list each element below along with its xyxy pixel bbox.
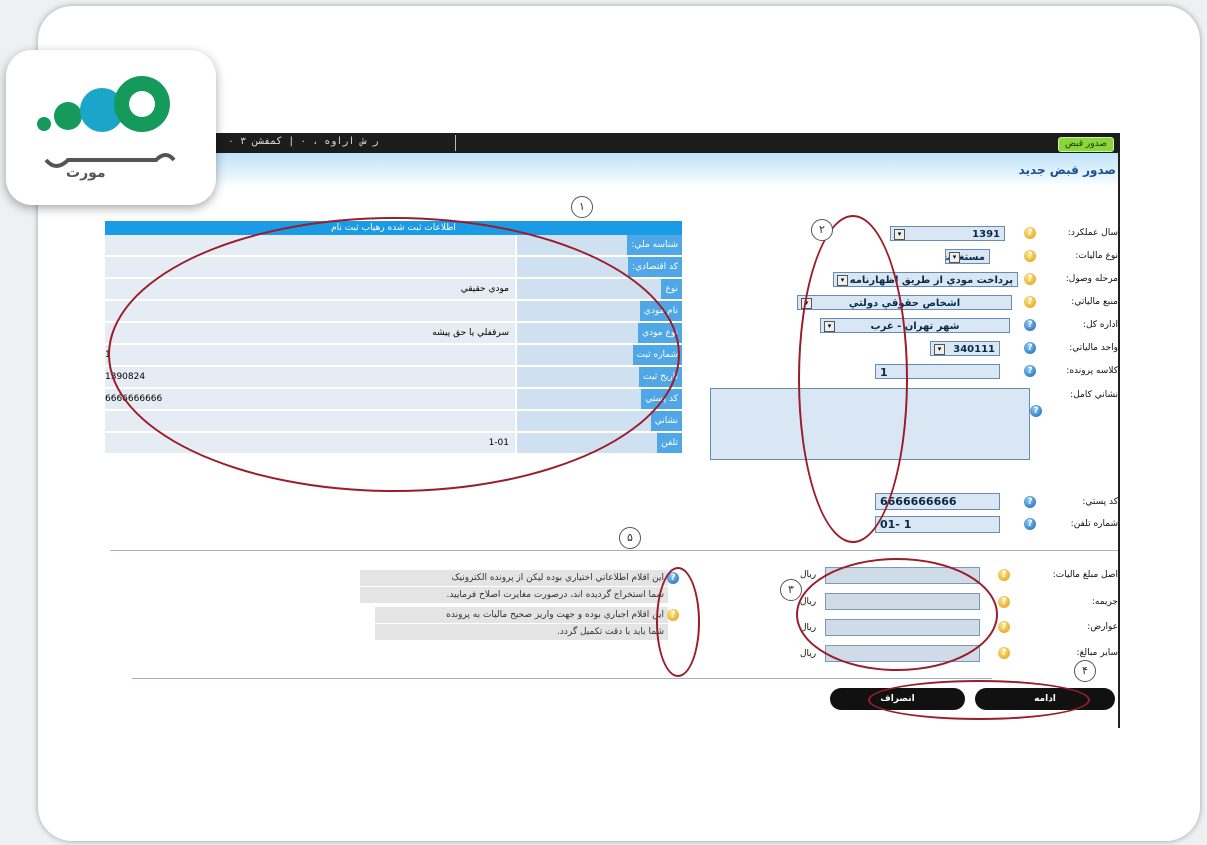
form-label: ﮐﻼﺳﻪ ﭘﺮﻭﻧﺪﻩ:: [1066, 366, 1118, 376]
title-bar: ﺭ ﺵ ﺍﺭﺍﻭﻩ ، ۰ | ﮐﻤﻔﺸﻦ ۳ ۰ ﺻﺪﻭﺭ ﻗﺒﺾ: [200, 133, 1120, 153]
annotation-number: ۳: [780, 579, 802, 601]
corner-tag-button[interactable]: ﺻﺪﻭﺭ ﻗﺒﺾ: [1058, 137, 1114, 152]
note-line: ﺷﻤﺎ ﺍﺳﺘﺨﺮﺍﺝ ﮔﺮﺩﻳﺪﻩ ﺍﻧﺪ، ﺩﺭﺻﻮﺭﺕ ﻣﻐﺎﻳﺮﺕ ﺍﺻ…: [360, 587, 668, 603]
help-icon[interactable]: ?: [998, 621, 1010, 633]
form-label: ﻭﺍﺣﺪ ﻣﺎﻟﻴﺎﺗﻲ:: [1069, 343, 1118, 353]
note-line: ﺍﻳﻦ ﺍﻗﻼﻡ ﺍﺟﺒﺎﺭﻱ ﺑﻮﺩﻩ ﻭ ﺟﻬﺖ ﻭﺍﺭﻳﺰ ﺻﺤﻴﺢ ﻣﺎ…: [375, 607, 668, 623]
annotation-ellipse-amounts: [796, 558, 998, 671]
phone-input[interactable]: 01- 1: [875, 516, 1000, 533]
title-bar-info: ﺭ ﺵ ﺍﺭﺍﻭﻩ ، ۰ | ﮐﻤﻔﺸﻦ ۳ ۰: [228, 136, 379, 147]
annotation-number: ۵: [619, 527, 641, 549]
annotation-ellipse-notes: [656, 567, 700, 677]
info-icon[interactable]: ?: [1024, 365, 1036, 377]
tax-type-select[interactable]: ﻣﺴﺘﻐﻼﺕ ▾: [945, 249, 990, 264]
info-icon[interactable]: ?: [1024, 518, 1036, 530]
amount-label: ﺍﺻﻞ ﻣﺒﻠﻎ ﻣﺎﻟﻴﺎﺕ:: [1052, 570, 1118, 580]
help-icon[interactable]: ?: [1024, 227, 1036, 239]
form-label: ﻣﻨﺒﻊ ﻣﺎﻟﻴﺎﺗﻲ:: [1071, 297, 1118, 307]
unit-value: 340111: [953, 344, 995, 355]
form-label: ﻣﺮﺣﻠﻪ ﻭﺻﻮﻝ:: [1065, 274, 1118, 284]
chevron-down-icon: ▾: [894, 229, 905, 240]
currency-unit: ﺭﻳﺎﻝ: [800, 570, 817, 580]
year-value: 1391: [972, 229, 1000, 240]
help-icon[interactable]: ?: [1024, 250, 1036, 262]
logo-icon: [37, 76, 176, 168]
info-icon[interactable]: ?: [1030, 405, 1042, 417]
table-key-label: ﻧﺸﺎﻧﻲ: [650, 411, 682, 431]
window-border: [1118, 153, 1120, 728]
help-icon[interactable]: ?: [1024, 273, 1036, 285]
annotation-number: ۱: [571, 196, 593, 218]
help-icon[interactable]: ?: [1024, 296, 1036, 308]
amount-label: ﻋﻮﺍﺭﺽ:: [1087, 622, 1118, 632]
table-key-label: ﻧﻮﻉ: [661, 279, 682, 299]
form-label: ﺷﻤﺎﺭﻩ ﺗﻠﻔﻦ:: [1070, 519, 1118, 529]
info-icon[interactable]: ?: [1024, 342, 1036, 354]
annotation-number: ۴: [1074, 660, 1096, 682]
table-key-label: ﮐﺪ ﺍﻗﺘﺼﺎﺩﻱ:: [627, 257, 682, 277]
annotation-number: ۲: [811, 219, 833, 241]
year-select[interactable]: 1391 ▾: [890, 226, 1005, 241]
form-label: ﮐﺪ ﭘﺴﺘﻲ:: [1082, 497, 1118, 507]
note-line: ﺷﻤﺎ ﺑﺎﻳﺪ ﺑﺎ ﺩﻗﺖ ﺗﮑﻤﻴﻞ ﮔﺮﺩﺩ.: [375, 624, 668, 640]
currency-unit: ﺭﻳﺎﻝ: [800, 649, 817, 659]
table-key-label: ﺗﻠﻔﻦ: [657, 433, 682, 453]
help-icon[interactable]: ?: [998, 569, 1010, 581]
amount-label: ﺳﺎﻳﺮ ﻣﺒﺎﻟﻎ:: [1076, 648, 1118, 658]
divider: [110, 550, 1120, 551]
postal-code-input[interactable]: 6666666666: [875, 493, 1000, 510]
form-label: ﻧﻮﻉ ﻣﺎﻟﻴﺎﺕ:: [1075, 251, 1118, 261]
annotation-ellipse-table: [108, 217, 680, 492]
table-key-label: ﺷﻨﺎﺳﻪ ﻣﻠﻲ:: [627, 235, 682, 255]
logo-text: ﻣﻮﺭﺕ: [66, 165, 106, 181]
help-icon[interactable]: ?: [998, 596, 1010, 608]
info-icon[interactable]: ?: [1024, 319, 1036, 331]
amount-label: ﺟﺮﻳﻤﻪ:: [1091, 597, 1118, 607]
form-label: ﻧﺸﺎﻧﻲ ﮐﺎﻣﻞ:: [1070, 390, 1118, 400]
annotation-ellipse-buttons: [868, 680, 1090, 720]
annotation-ellipse-form: [798, 215, 908, 543]
page-title: ﺻﺪﻭﺭ ﻗﺒﺾ ﺟﺪﻳﺪ: [1018, 163, 1116, 177]
note-line: ﺍﻳﻦ ﺍﻗﻼﻡ ﺍﻃﻼﻋﺎﺗﻲ ﺍﺧﺘﻴﺎﺭﻱ ﺑﻮﺩﻩ ﻟﻴﮑﻦ ﺍﺯ ﭘﺮ…: [360, 570, 668, 586]
info-icon[interactable]: ?: [1024, 496, 1036, 508]
divider: [132, 678, 992, 679]
form-label: ﺍﺩﺍﺭﻩ ﮐﻞ:: [1082, 320, 1118, 330]
chevron-down-icon: ▾: [934, 344, 945, 355]
chevron-down-icon: ▾: [949, 252, 960, 263]
brand-logo: ﻣﻮﺭﺕ: [6, 50, 216, 205]
title-separator: [455, 135, 456, 151]
form-label: ﺳﺎﻝ ﻋﻤﻠﮑﺮﺩ:: [1067, 228, 1118, 238]
unit-select[interactable]: 340111 ▾: [930, 341, 1000, 356]
header-band: [200, 153, 1120, 187]
help-icon[interactable]: ?: [998, 647, 1010, 659]
